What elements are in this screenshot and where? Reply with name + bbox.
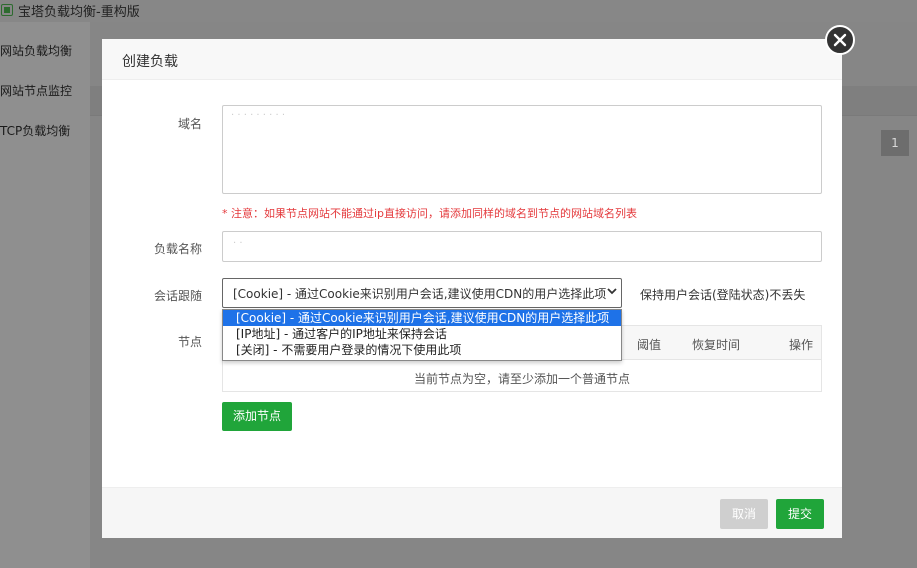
nodes-label: 节点 [177,335,202,349]
app-logo-icon [1,4,13,16]
dialog-title: 创建负载 [122,54,178,70]
session-option-ip[interactable]: [IP地址] - 通过客户的IP地址来保持会话 [223,326,621,342]
session-select[interactable]: [Cookie] - 通过Cookie来识别用户会话,建议使用CDN的用户选择此… [222,278,622,308]
session-label: 会话跟随 [153,289,202,303]
sidebar-item-node-monitor[interactable]: 网站节点监控 [0,82,72,99]
load-name-input[interactable]: · · [222,231,822,262]
column-threshold: 阈值 [637,338,662,352]
session-dropdown-list: [Cookie] - 通过Cookie来识别用户会话,建议使用CDN的用户选择此… [222,309,622,361]
session-option-off[interactable]: [关闭] - 不需要用户登录的情况下使用此项 [223,342,621,358]
sidebar [0,22,90,568]
load-name-label: 负载名称 [153,242,202,256]
cancel-button[interactable]: 取消 [720,499,768,529]
close-icon[interactable] [825,25,855,55]
session-selected-value: [Cookie] - 通过Cookie来识别用户会话,建议使用CDN的用户选择此… [233,287,607,301]
submit-button[interactable]: 提交 [776,499,824,529]
column-actions: 操作 [789,338,814,352]
session-hint: 保持用户会话(登陆状态)不丢失 [640,288,806,302]
add-node-button[interactable]: 添加节点 [222,402,292,431]
domain-textarea[interactable]: · · · · · · · · · [222,105,822,194]
session-option-cookie[interactable]: [Cookie] - 通过Cookie来识别用户会话,建议使用CDN的用户选择此… [223,310,621,326]
create-load-dialog: 创建负载 域名 · · · · · · · · · * 注意：如果节点网站不能通… [102,39,842,538]
sidebar-item-website-lb[interactable]: 网站负载均衡 [0,42,72,59]
node-table-empty-message: 当前节点为空，请至少添加一个普通节点 [413,372,630,386]
app-title: 宝塔负载均衡-重构版 [18,5,140,20]
dialog-header: 创建负载 [102,39,842,80]
column-recovery-time: 恢复时间 [692,338,741,352]
app-header: 宝塔负载均衡-重构版 [0,0,917,22]
sidebar-item-tcp-lb[interactable]: TCP负载均衡 [0,122,70,139]
pagination-page-button[interactable]: 1 [881,130,909,156]
domain-label: 域名 [177,117,202,131]
domain-note: * 注意：如果节点网站不能通过ip直接访问，请添加同样的域名到节点的网站域名列表 [222,207,638,220]
dialog-footer: 取消 提交 [102,487,842,538]
chevron-down-icon [607,285,617,299]
